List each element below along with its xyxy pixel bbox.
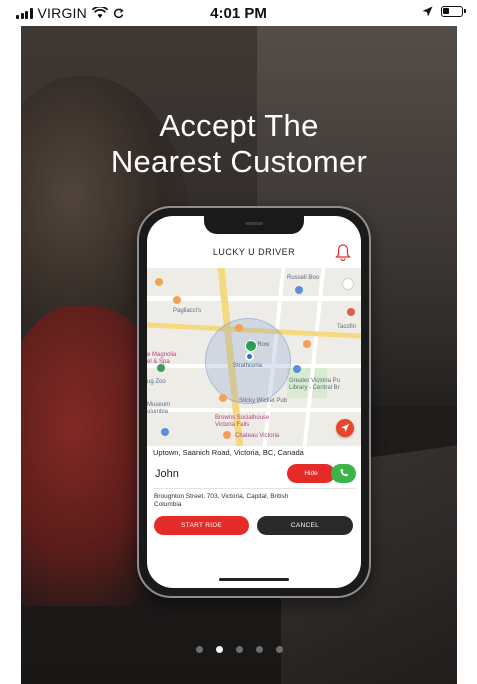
map-label: Strathcona: [233, 363, 263, 369]
app-header: LUCKY U DRIVER: [147, 238, 361, 268]
map-label: Chateau Victoria: [235, 433, 280, 439]
page-indicator[interactable]: [21, 646, 457, 653]
app-title: LUCKY U DRIVER: [212, 247, 296, 257]
map-poi: [235, 324, 243, 332]
current-location-dot: [245, 352, 254, 361]
status-time: 4:01 PM: [210, 5, 267, 22]
call-button[interactable]: [331, 464, 356, 483]
map-poi: [161, 428, 169, 436]
map-label: Museum: [147, 402, 171, 408]
map-label: Sticky Wicket Pub: [239, 398, 288, 404]
headline-line-2: Nearest Customer: [110, 144, 368, 179]
bell-icon[interactable]: [335, 243, 351, 261]
map-label: Library - Central Br: [289, 385, 340, 391]
destination-address: Broughton Street, 703, Victoria, Capital…: [154, 493, 289, 508]
map-label: Russell Boo: [287, 275, 320, 281]
home-indicator: [219, 578, 289, 581]
customer-row: John Hide: [153, 464, 356, 484]
map-label: ug Zoo: [147, 379, 166, 385]
navigate-icon[interactable]: [336, 419, 354, 437]
map-label: Browns Socialhouse: [215, 415, 270, 421]
phone-icon: [340, 469, 348, 477]
battery-icon: [441, 6, 466, 17]
status-right: [422, 6, 466, 17]
map-poi: [173, 296, 181, 304]
map-poi: [293, 365, 301, 373]
map-label: Victoria Falls: [215, 422, 250, 428]
page-dot-3[interactable]: [235, 646, 243, 653]
start-ride-button[interactable]: START RIDE: [154, 516, 249, 535]
page-dot-4[interactable]: [255, 646, 263, 653]
status-bar: VIRGIN 4:01 PM: [0, 0, 477, 26]
pickup-address: Uptown, Saanich Road, Victoria, BC, Cana…: [153, 448, 304, 457]
map-poi: [295, 286, 303, 294]
location-arrow-icon: [422, 6, 433, 17]
map-label: el & Spa: [147, 359, 170, 365]
map-label: olumbia: [147, 409, 169, 415]
cancel-button[interactable]: CANCEL: [257, 516, 353, 535]
divider: [153, 488, 356, 489]
map-label: e Magnolia: [147, 352, 177, 358]
map-label: Tacofin: [337, 324, 357, 330]
map-poi: [219, 394, 227, 402]
map-poi: [347, 308, 355, 316]
map-poi: [303, 340, 311, 348]
headline-line-1: Accept The: [159, 108, 319, 143]
map-road: [302, 268, 326, 446]
customer-name: John: [155, 468, 179, 480]
phone-notch: [204, 216, 304, 234]
map-poi: [223, 431, 231, 439]
map-view[interactable]: Russell Boo Pagliacci's Tacofin Bio Row …: [147, 268, 361, 446]
phone-screen: LUCKY U DRIVER Russell Boo Pagliacci's T…: [147, 216, 361, 588]
page-dot-2-active[interactable]: [215, 646, 223, 653]
map-target-icon[interactable]: [342, 278, 354, 290]
map-poi: [155, 278, 163, 286]
map-label: Greater Victoria Pu: [289, 378, 340, 384]
page-dot-1[interactable]: [195, 646, 203, 653]
map-road: [147, 408, 361, 412]
phone-mockup: LUCKY U DRIVER Russell Boo Pagliacci's T…: [137, 206, 371, 598]
search-radius-circle: [205, 318, 291, 404]
map-label: Bio Row: [247, 342, 270, 348]
page-dot-5[interactable]: [275, 646, 283, 653]
hide-button[interactable]: Hide: [287, 464, 335, 483]
map-label: Pagliacci's: [173, 308, 202, 314]
